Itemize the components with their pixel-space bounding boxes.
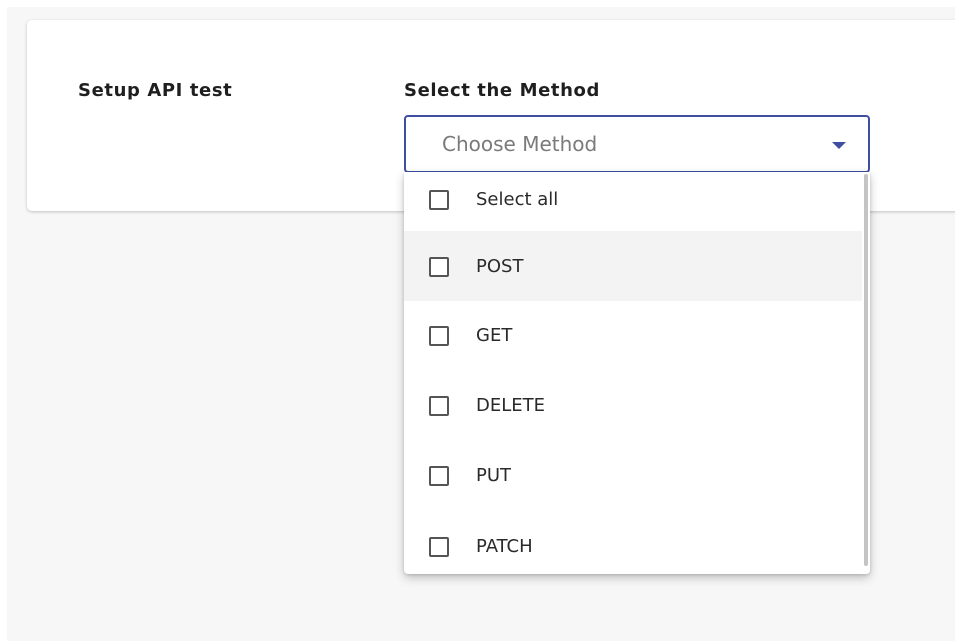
option-select-all[interactable]: Select all <box>404 172 862 231</box>
dropdown-scrollbar[interactable] <box>862 172 870 574</box>
method-dropdown-menu: Select all POST GET DELETE PUT PATCH <box>404 172 870 574</box>
method-placeholder: Choose Method <box>442 132 598 156</box>
option-label: PATCH <box>476 536 533 557</box>
checkbox-unchecked-icon[interactable] <box>429 537 449 557</box>
checkbox-unchecked-icon[interactable] <box>429 190 449 210</box>
method-label: Select the Method <box>404 80 600 101</box>
checkbox-unchecked-icon[interactable] <box>429 466 449 486</box>
option-delete[interactable]: DELETE <box>404 371 862 441</box>
option-label: GET <box>476 325 513 346</box>
checkbox-unchecked-icon[interactable] <box>429 326 449 346</box>
caret-down-icon[interactable] <box>832 142 846 149</box>
method-select[interactable]: Choose Method <box>404 115 870 173</box>
setup-title: Setup API test <box>78 80 233 101</box>
scrollbar-thumb[interactable] <box>864 174 868 566</box>
option-post[interactable]: POST <box>404 231 862 301</box>
option-label: PUT <box>476 465 512 486</box>
option-label: POST <box>476 256 524 277</box>
option-label: Select all <box>476 189 559 210</box>
option-get[interactable]: GET <box>404 301 862 371</box>
option-patch[interactable]: PATCH <box>404 511 862 574</box>
checkbox-unchecked-icon[interactable] <box>429 396 449 416</box>
option-put[interactable]: PUT <box>404 441 862 511</box>
method-options-list: Select all POST GET DELETE PUT PATCH <box>404 172 862 574</box>
option-label: DELETE <box>476 395 546 416</box>
checkbox-unchecked-icon[interactable] <box>429 257 449 277</box>
